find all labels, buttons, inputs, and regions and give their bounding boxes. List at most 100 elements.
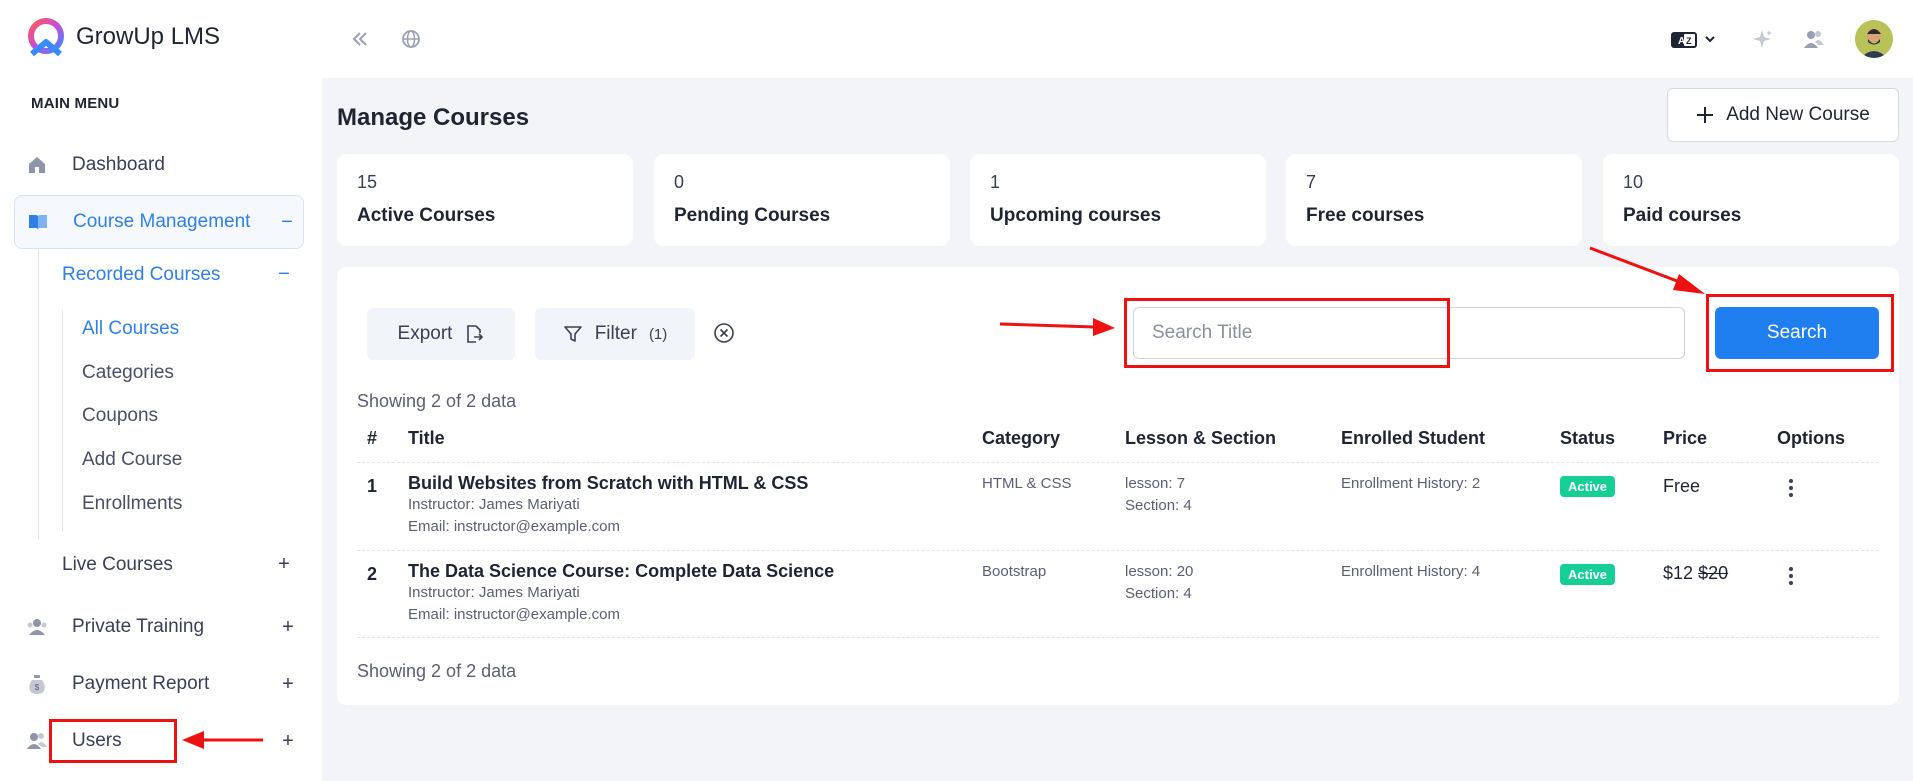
lesson-section-cell: lesson: 20 Section: 4 <box>1125 561 1193 605</box>
course-category: Bootstrap <box>982 563 1047 580</box>
sidebar-item-course-management[interactable]: Course Management − <box>14 195 304 249</box>
row-divider <box>357 637 1879 638</box>
row-divider <box>357 550 1879 551</box>
column-header-title: Title <box>408 428 445 448</box>
add-new-course-label: Add New Course <box>1726 104 1870 125</box>
row-options-icon[interactable] <box>1781 564 1801 588</box>
filter-label: Filter <box>594 323 637 344</box>
svg-text:Z: Z <box>1686 36 1692 46</box>
stat-label: Paid courses <box>1623 205 1742 226</box>
page-title: Manage Courses <box>337 104 530 131</box>
stat-label: Upcoming courses <box>990 205 1162 226</box>
users-icon <box>26 730 48 752</box>
showing-count-bottom: Showing 2 of 2 data <box>357 661 517 681</box>
annotation-box-search-input <box>1124 298 1450 368</box>
sidebar-item-payment-report[interactable]: $ Payment Report + <box>14 662 304 706</box>
column-header-status: Status <box>1560 428 1616 448</box>
column-header-enrolled: Enrolled Student <box>1341 428 1485 448</box>
home-icon <box>26 154 48 176</box>
sidebar-item-label: Course Management <box>73 211 251 232</box>
topbar: AZ <box>322 0 1913 78</box>
stat-label: Free courses <box>1306 205 1425 226</box>
add-new-course-button[interactable]: Add New Course <box>1667 88 1899 142</box>
stat-card-upcoming: 1 Upcoming courses <box>970 154 1266 246</box>
brand[interactable]: GrowUp LMS <box>24 16 220 58</box>
column-header-options: Options <box>1777 428 1845 448</box>
book-icon <box>27 211 49 233</box>
course-category: HTML & CSS <box>982 475 1072 492</box>
sidebar-item-label: Payment Report <box>72 673 210 694</box>
filter-button[interactable]: Filter (1) <box>535 308 695 360</box>
course-title[interactable]: Build Websites from Scratch with HTML & … <box>408 472 808 494</box>
stat-label: Pending Courses <box>674 205 831 226</box>
export-button[interactable]: Export <box>367 308 515 360</box>
avatar[interactable] <box>1855 20 1893 58</box>
annotation-box-search-button <box>1706 294 1894 372</box>
collapse-sidebar-icon[interactable] <box>348 27 372 51</box>
sidebar-item-label: Live Courses <box>62 553 173 575</box>
column-header-category: Category <box>982 428 1061 448</box>
row-index: 1 <box>367 476 378 496</box>
growup-logo-icon <box>28 18 64 57</box>
menu-heading: MAIN MENU <box>31 95 120 112</box>
price-current: $12 <box>1663 563 1694 583</box>
annotation-arrow-search-input <box>999 318 1115 336</box>
sidebar-item-label: Recorded Courses <box>62 263 221 285</box>
expand-icon[interactable]: + <box>278 673 298 696</box>
brand-name: GrowUp LMS <box>76 23 221 50</box>
showing-count-top: Showing 2 of 2 data <box>357 391 517 411</box>
collapse-icon[interactable]: − <box>274 263 294 286</box>
sparkle-icon[interactable] <box>1750 27 1774 51</box>
row-options-icon[interactable] <box>1781 476 1801 500</box>
sidebar-item-label: Dashboard <box>72 154 165 175</box>
clear-filter-icon[interactable] <box>713 322 735 344</box>
expand-icon[interactable]: + <box>278 730 298 753</box>
filter-count: (1) <box>648 325 668 343</box>
enrollment-history[interactable]: Enrollment History: 2 <box>1341 473 1480 495</box>
price-original: $20 <box>1698 563 1729 583</box>
export-label: Export <box>397 323 453 344</box>
export-icon <box>467 325 484 343</box>
sidebar-item-label: Private Training <box>72 616 205 637</box>
submenu-guide-line <box>38 250 39 540</box>
course-instructor: Instructor: James Mariyati <box>408 584 580 601</box>
expand-icon[interactable]: + <box>274 553 294 576</box>
sidebar-item-coupons[interactable]: Coupons <box>82 405 158 427</box>
column-header-price: Price <box>1663 428 1708 448</box>
sidebar-item-recorded-courses[interactable]: Recorded Courses − <box>62 263 294 286</box>
stat-value: 7 <box>1306 172 1317 192</box>
users-icon[interactable] <box>1802 27 1826 51</box>
section-count: Section: 4 <box>1125 585 1192 602</box>
sidebar-item-dashboard[interactable]: Dashboard <box>14 143 304 187</box>
stat-value: 15 <box>357 172 378 192</box>
section-count: Section: 4 <box>1125 497 1192 514</box>
sidebar-item-private-training[interactable]: Private Training + <box>14 605 304 649</box>
language-icon[interactable]: AZ <box>1670 28 1718 52</box>
sidebar-item-enrollments[interactable]: Enrollments <box>82 493 182 515</box>
sidebar-item-all-courses[interactable]: All Courses <box>82 318 179 340</box>
stat-value: 1 <box>990 172 1001 192</box>
plus-icon <box>1697 107 1714 123</box>
submenu-guide-line <box>62 310 63 532</box>
sidebar-item-add-course[interactable]: Add Course <box>82 449 182 471</box>
annotation-arrow-search-button <box>1589 246 1705 294</box>
lesson-count: lesson: 20 <box>1125 563 1194 580</box>
status-badge: Active <box>1560 476 1616 497</box>
course-cell: Build Websites from Scratch with HTML & … <box>408 472 808 538</box>
course-email: Email: instructor@example.com <box>408 518 620 535</box>
sidebar-item-categories[interactable]: Categories <box>82 362 174 384</box>
enrollment-history[interactable]: Enrollment History: 4 <box>1341 561 1480 583</box>
stat-value: 0 <box>674 172 685 192</box>
course-title[interactable]: The Data Science Course: Complete Data S… <box>408 560 834 582</box>
expand-icon[interactable]: + <box>278 616 298 639</box>
annotation-box-users <box>49 719 177 763</box>
collapse-icon[interactable]: − <box>277 211 297 234</box>
globe-icon[interactable] <box>399 27 423 51</box>
row-index: 2 <box>367 564 378 584</box>
price-current: Free <box>1663 476 1701 496</box>
filter-icon <box>563 326 582 342</box>
column-header-lesson-section: Lesson & Section <box>1125 428 1277 448</box>
stat-value: 10 <box>1623 172 1644 192</box>
sidebar-item-live-courses[interactable]: Live Courses + <box>62 553 294 576</box>
status-badge: Active <box>1560 564 1616 585</box>
